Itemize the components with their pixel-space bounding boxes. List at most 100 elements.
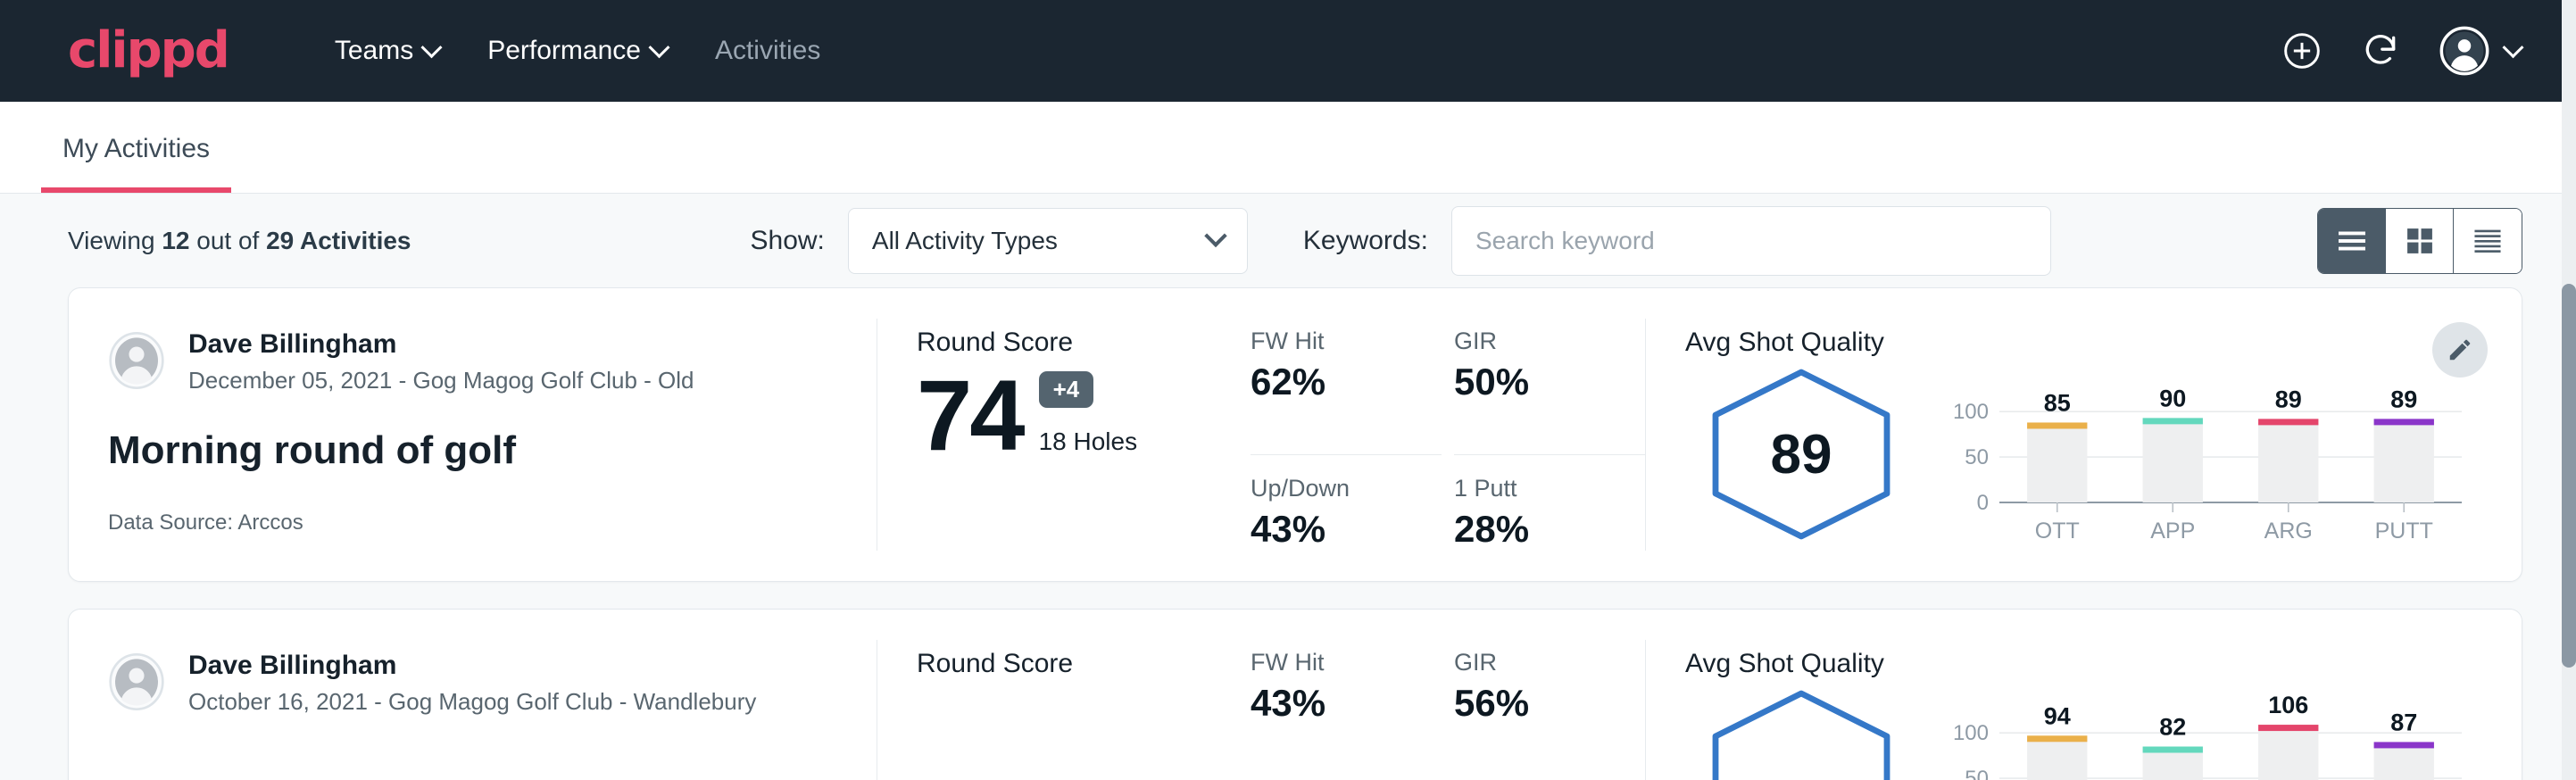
svg-text:87: 87: [2390, 709, 2417, 735]
chevron-down-icon: [421, 37, 443, 58]
activity-type-select-value: All Activity Types: [872, 227, 1058, 255]
stat-gir-value: 50%: [1454, 361, 1616, 403]
stat-fw-hit-label: FW Hit: [1251, 649, 1413, 676]
shot-quality-bar-chart: 0 50 100 85 OTT 90 APP 89 ARG 89 PUTT: [1935, 370, 2486, 553]
nav-actions: [2282, 26, 2521, 76]
svg-text:50: 50: [1965, 767, 1989, 780]
stat-up-down: Up/Down 43%: [1251, 455, 1442, 582]
shot-quality-bar-chart: 05010094OTT82APP106ARG87PUTT: [1935, 692, 2486, 780]
refresh-icon[interactable]: [2361, 31, 2400, 71]
viewing-total: 29 Activities: [266, 227, 411, 254]
svg-text:APP: APP: [2150, 519, 2195, 544]
activity-info-column: Dave Billingham October 16, 2021 - Gog M…: [69, 610, 877, 780]
avg-shot-quality-label: Avg Shot Quality: [1685, 649, 2486, 679]
stat-fw-hit-label: FW Hit: [1251, 328, 1413, 355]
pencil-icon: [2447, 336, 2473, 363]
svg-text:PUTT: PUTT: [2375, 519, 2433, 544]
round-stats-grid: FW Hit 43% GIR 56%: [1234, 610, 1645, 780]
chevron-down-icon: [1204, 224, 1226, 246]
player-name: Dave Billingham: [188, 328, 694, 361]
svg-text:94: 94: [2044, 702, 2071, 729]
svg-text:50: 50: [1965, 445, 1989, 469]
activity-type-select[interactable]: All Activity Types: [848, 208, 1248, 274]
stat-gir: GIR 56%: [1454, 649, 1645, 780]
round-score-column: Round Score 74 +4 18 Holes: [877, 288, 1234, 581]
svg-text:ARG: ARG: [2264, 519, 2313, 544]
svg-text:90: 90: [2159, 385, 2186, 411]
nav-item-performance-label: Performance: [487, 36, 641, 66]
activity-card[interactable]: Dave Billingham October 16, 2021 - Gog M…: [68, 609, 2522, 780]
round-score-side: +4 18 Holes: [1039, 371, 1138, 463]
round-stats-grid: FW Hit 62% GIR 50% Up/Down 43% 1 Putt 28…: [1234, 288, 1645, 581]
avg-shot-quality-column: Avg Shot Quality 05010094OTT82APP106ARG8…: [1646, 610, 2522, 780]
activity-card[interactable]: Dave Billingham December 05, 2021 - Gog …: [68, 287, 2522, 582]
show-label: Show:: [751, 226, 825, 256]
search-input[interactable]: [1451, 206, 2051, 276]
view-mode-detail-button[interactable]: [2454, 209, 2522, 273]
tab-my-activities-label: My Activities: [62, 134, 210, 163]
nav-item-teams[interactable]: Teams: [311, 36, 463, 66]
detail-view-icon: [2472, 227, 2504, 255]
svg-text:0: 0: [1977, 491, 1989, 515]
stat-fw-hit-value: 62%: [1251, 361, 1413, 403]
svg-text:89: 89: [2390, 386, 2417, 412]
svg-text:100: 100: [1953, 721, 1989, 745]
plus-circle-icon[interactable]: [2282, 31, 2322, 71]
player-name: Dave Billingham: [188, 649, 756, 683]
edit-activity-button[interactable]: [2432, 322, 2488, 378]
nav-item-teams-label: Teams: [335, 36, 413, 66]
top-navigation-bar: clippd Teams Performance Activities: [0, 0, 2576, 102]
chevron-down-icon: [648, 37, 669, 58]
view-mode-grid-button[interactable]: [2386, 209, 2454, 273]
svg-text:89: 89: [2275, 386, 2302, 412]
stat-fw-hit: FW Hit 62%: [1251, 328, 1442, 455]
avg-shot-quality-hexagon: 89: [1703, 365, 1899, 544]
view-mode-toggle-group: [2317, 208, 2522, 274]
svg-text:106: 106: [2268, 692, 2308, 718]
brand-logo[interactable]: clippd: [68, 26, 229, 76]
activity-title: Morning round of golf: [108, 428, 877, 473]
round-score-row: 74 +4 18 Holes: [917, 369, 1234, 463]
activity-meta: October 16, 2021 - Gog Magog Golf Club -…: [188, 688, 756, 716]
page-scrollbar-track[interactable]: [2562, 0, 2576, 780]
page-scrollbar-thumb[interactable]: [2562, 284, 2576, 668]
keywords-label: Keywords:: [1303, 226, 1428, 256]
stat-up-down-value: 43%: [1251, 508, 1413, 551]
avg-shot-quality-value: [1703, 686, 1899, 780]
activity-player: Dave Billingham October 16, 2021 - Gog M…: [108, 649, 877, 716]
svg-text:OTT: OTT: [2035, 519, 2080, 544]
svg-text:100: 100: [1953, 400, 1989, 424]
view-mode-list-button[interactable]: [2318, 209, 2386, 273]
score-to-par-badge: +4: [1039, 371, 1094, 408]
stat-fw-hit-value: 43%: [1251, 682, 1413, 725]
round-score-value: 74: [917, 369, 1023, 463]
avg-shot-quality-body: 89 0 50 100 85 OTT 90 APP 89 ARG 89 PUTT: [1685, 365, 2486, 553]
nav-item-performance[interactable]: Performance: [463, 36, 691, 66]
activity-data-source: Data Source: Arccos: [108, 510, 877, 535]
nav-item-activities[interactable]: Activities: [691, 36, 844, 66]
activity-player: Dave Billingham December 05, 2021 - Gog …: [108, 328, 877, 394]
stat-gir: GIR 50%: [1454, 328, 1645, 455]
account-avatar-icon: [2439, 26, 2489, 76]
avg-shot-quality-hexagon: [1703, 686, 1899, 780]
filter-toolbar: Viewing 12 out of 29 Activities Show: Al…: [0, 194, 2576, 287]
svg-text:82: 82: [2159, 714, 2186, 741]
round-score-label: Round Score: [917, 328, 1234, 358]
round-score-column: Round Score: [877, 610, 1234, 780]
holes-played: 18 Holes: [1039, 427, 1138, 456]
activity-meta: December 05, 2021 - Gog Magog Golf Club …: [188, 367, 694, 394]
avatar: [108, 653, 165, 710]
stat-one-putt-label: 1 Putt: [1454, 475, 1616, 502]
primary-nav-links: Teams Performance Activities: [311, 36, 844, 66]
avatar: [108, 332, 165, 389]
tab-my-activities[interactable]: My Activities: [41, 134, 231, 193]
stat-gir-label: GIR: [1454, 649, 1616, 676]
activity-info-column: Dave Billingham December 05, 2021 - Gog …: [69, 288, 877, 581]
player-text: Dave Billingham December 05, 2021 - Gog …: [188, 328, 694, 394]
account-menu[interactable]: [2439, 26, 2521, 76]
filter-controls: Show: All Activity Types Keywords:: [751, 206, 2051, 276]
page-tab-bar: My Activities: [0, 102, 2576, 194]
activity-card-list: Dave Billingham December 05, 2021 - Gog …: [0, 287, 2576, 780]
svg-text:85: 85: [2044, 389, 2071, 416]
stat-up-down-label: Up/Down: [1251, 475, 1413, 502]
